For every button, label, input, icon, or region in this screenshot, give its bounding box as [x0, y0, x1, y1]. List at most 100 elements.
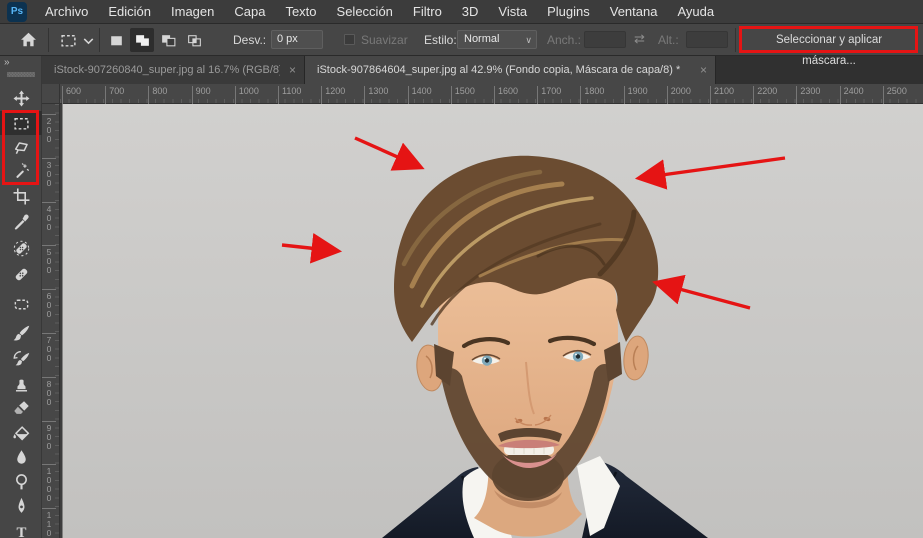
toolbar-grip[interactable] — [7, 72, 35, 77]
dodge-tool[interactable] — [0, 469, 42, 493]
rectangular-marquee-tool[interactable] — [0, 111, 42, 135]
menu-item-ventana[interactable]: Ventana — [600, 0, 668, 24]
new-selection-icon[interactable] — [104, 28, 128, 52]
h-ruler-label: 1900 — [623, 86, 648, 104]
h-ruler-label: 1000 — [234, 86, 259, 104]
portrait-photo — [60, 104, 923, 538]
magic-wand-tool[interactable] — [0, 158, 42, 182]
canvas[interactable] — [60, 104, 923, 538]
style-dropdown[interactable]: Normal ∨ — [457, 30, 537, 49]
style-value: Normal — [464, 33, 500, 45]
type-tool[interactable]: T — [0, 518, 42, 538]
crop-tool[interactable] — [0, 184, 42, 208]
tool-options-bar: Desv.: 0 px Suavizar Estilo: Normal ∨ An… — [0, 24, 923, 67]
document-tab-2[interactable]: iStock-907864604_super.jpg al 42.9% (Fon… — [305, 56, 716, 84]
pen-tool[interactable] — [0, 493, 42, 517]
menu-items: Archivo Edición Imagen Capa Texto Selección Fi… — [35, 0, 724, 24]
menu-item-seleccio-n[interactable]: Selección — [327, 0, 403, 24]
horizontal-ruler[interactable]: 600 700 800 900 1000 1100 1200 1300 1400 1500 1600… — [60, 84, 923, 104]
v-ruler-label: 900 — [42, 420, 56, 451]
divider — [48, 28, 49, 52]
tab-label: iStock-907864604_super.jpg al 42.9% (Fon… — [317, 64, 681, 76]
h-ruler-label: 2200 — [753, 86, 777, 104]
marquee-preset-icon[interactable] — [60, 32, 77, 54]
h-ruler-label: 700 — [105, 86, 124, 104]
h-ruler-label: 2400 — [839, 86, 864, 104]
divider — [99, 28, 100, 52]
height-label: Alt.: — [658, 33, 679, 47]
deviation-label: Desv.: — [233, 33, 267, 47]
v-ruler-label: 1000 — [42, 464, 56, 503]
menu-item-texto[interactable]: Texto — [275, 0, 326, 24]
add-to-selection-icon[interactable] — [130, 28, 154, 52]
v-ruler-label: 600 — [42, 289, 56, 319]
move-tool[interactable] — [0, 86, 42, 110]
v-ruler-label: 400 — [42, 201, 56, 232]
h-ruler-label: 1500 — [450, 86, 475, 104]
h-ruler-label: 1200 — [321, 86, 345, 104]
style-label: Estilo: — [424, 33, 457, 47]
height-input — [686, 31, 728, 48]
swap-dimensions-icon[interactable]: ⇄ — [634, 31, 645, 47]
menu-item-plugins[interactable]: Plugins — [537, 0, 600, 24]
menu-item-vista[interactable]: Vista — [488, 0, 537, 24]
width-input — [584, 31, 626, 48]
v-ruler-label: 500 — [42, 245, 56, 275]
menu-item-ayuda[interactable]: Ayuda — [667, 0, 724, 24]
h-ruler-label: 2000 — [666, 86, 691, 104]
history-brush-tool[interactable] — [0, 346, 42, 370]
h-ruler-label: 1800 — [580, 86, 604, 104]
h-ruler-label: 1600 — [494, 86, 518, 104]
menu-item-imagen[interactable]: Imagen — [161, 0, 224, 24]
chevron-down-icon[interactable] — [80, 32, 97, 54]
width-label: Anch.: — [547, 33, 582, 47]
deviation-input[interactable]: 0 px — [271, 30, 323, 49]
menu-item-archivo[interactable]: Archivo — [35, 0, 98, 24]
menu-item-edicio-n[interactable]: Edición — [98, 0, 161, 24]
smooth-checkbox[interactable] — [344, 34, 355, 45]
photoshop-logo: Ps — [7, 1, 27, 22]
v-ruler-label: 800 — [42, 376, 56, 407]
home-icon[interactable] — [20, 31, 37, 53]
h-ruler-label: 800 — [148, 86, 167, 104]
select-and-mask-button[interactable]: Seleccionar y aplicar máscara... — [744, 29, 914, 67]
paint-bucket-tool[interactable] — [0, 421, 42, 445]
svg-text:T: T — [16, 524, 26, 538]
h-ruler-label: 2100 — [710, 86, 734, 104]
v-ruler-label: 700 — [42, 333, 56, 363]
expand-panels-chevrons[interactable]: » — [4, 57, 11, 68]
tab-close-icon[interactable]: × — [289, 63, 296, 77]
healing-brush-tool[interactable] — [0, 262, 42, 286]
menu-item-filtro[interactable]: Filtro — [403, 0, 452, 24]
eyedropper-tool[interactable] — [0, 210, 42, 234]
divider — [735, 28, 736, 52]
patch-tool[interactable] — [0, 292, 42, 316]
vertical-ruler[interactable]: 200 300 400 500 600 700 800 900 1000 1100 — [42, 104, 60, 538]
h-ruler-label: 2300 — [796, 86, 820, 104]
photoshop-window: Ps Archivo Edición Imagen Capa Texto Selecció… — [0, 0, 923, 538]
document-tab-1[interactable]: iStock-907260840_super.jpg al 16.7% (RGB… — [42, 56, 305, 84]
brush-tool[interactable] — [0, 321, 42, 345]
menu-item-3d[interactable]: 3D — [452, 0, 489, 24]
toolbar: » T — [0, 56, 42, 538]
v-ruler-label: 1100 — [42, 508, 56, 538]
eraser-tool[interactable] — [0, 396, 42, 420]
tab-close-icon[interactable]: × — [700, 63, 707, 77]
intersect-selection-icon[interactable] — [182, 28, 206, 52]
h-ruler-label: 1700 — [537, 86, 561, 104]
blur-tool[interactable] — [0, 445, 42, 469]
h-ruler-label: 1400 — [407, 86, 432, 104]
h-ruler-label: 1100 — [278, 86, 301, 104]
h-ruler-label: 600 — [62, 86, 81, 104]
ruler-corner[interactable] — [42, 84, 60, 104]
subtract-from-selection-icon[interactable] — [156, 28, 180, 52]
menu-item-capa[interactable]: Capa — [224, 0, 275, 24]
lasso-tool[interactable] — [0, 135, 42, 159]
document-tabbar: iStock-907260840_super.jpg al 16.7% (RGB… — [42, 56, 923, 84]
h-ruler-label: 2500 — [882, 86, 907, 104]
h-ruler-label: 900 — [191, 86, 211, 104]
v-ruler-label: 300 — [42, 157, 56, 188]
v-ruler-label: 200 — [42, 114, 56, 144]
clone-stamp-tool[interactable] — [0, 372, 42, 396]
spot-healing-brush-tool[interactable] — [0, 236, 42, 260]
